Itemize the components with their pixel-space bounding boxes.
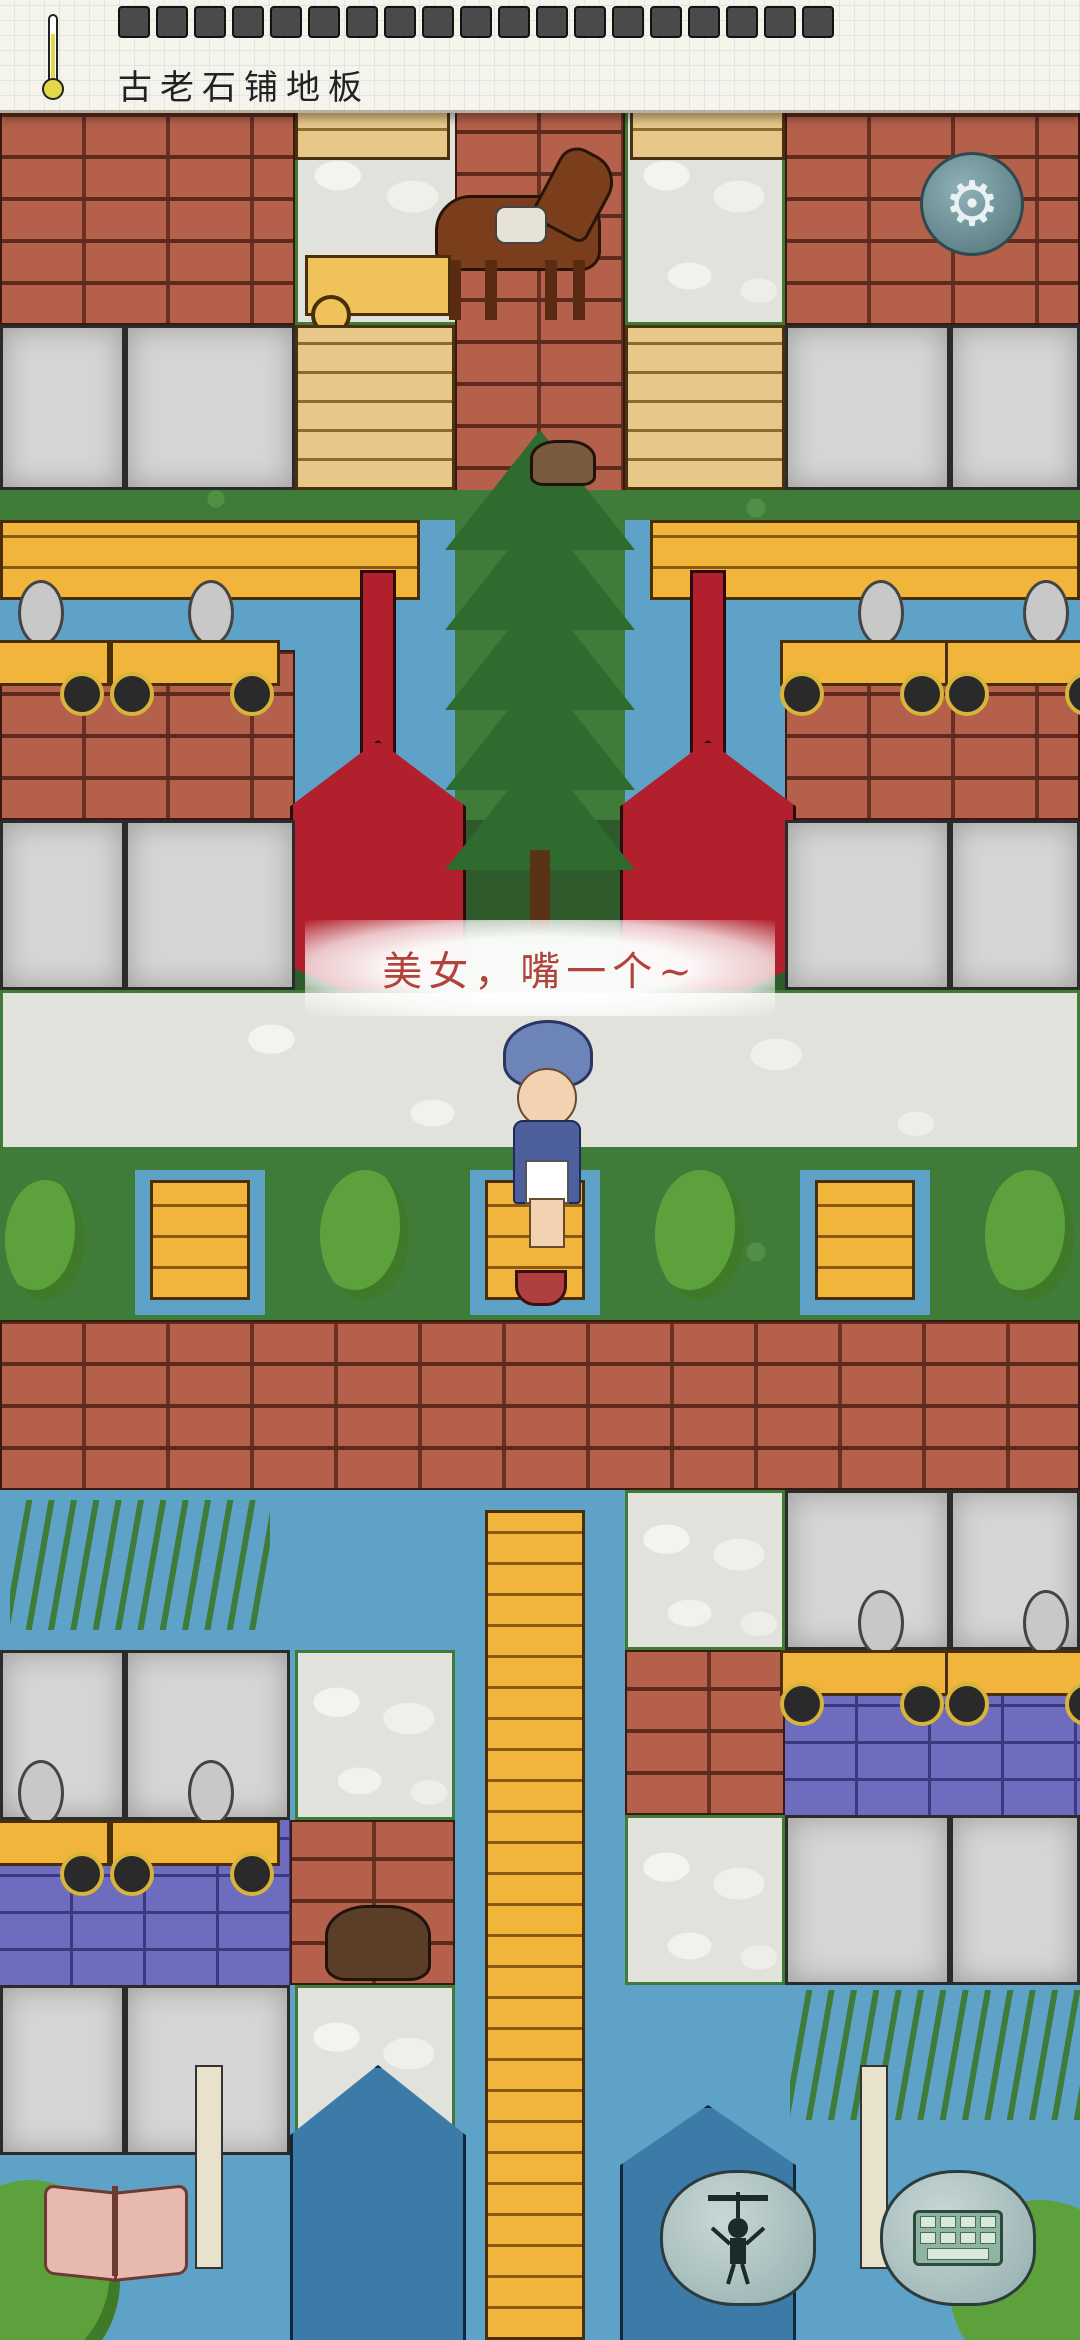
bean-plant[interactable] [320, 1170, 410, 1300]
stone-slab-tile [125, 325, 295, 490]
wagon[interactable] [305, 255, 451, 335]
bridge-plank [815, 1180, 915, 1300]
horse[interactable] [425, 140, 635, 330]
brick-road [0, 1320, 1080, 1490]
inventory-slot[interactable] [194, 6, 226, 38]
book-icon-spine [112, 2186, 118, 2276]
rock-pile[interactable] [530, 440, 596, 486]
inventory-slot[interactable] [802, 6, 834, 38]
stone-slab-tile [785, 1815, 950, 1985]
stone-slab-tile [785, 325, 950, 490]
face [517, 1068, 577, 1128]
inventory-slot[interactable] [308, 6, 340, 38]
bean-plant[interactable] [5, 1180, 85, 1300]
game-world[interactable]: 美女，嘴一个~ [0, 0, 1080, 2340]
stone-slab-tile [950, 325, 1080, 490]
wooden-post [195, 2065, 223, 2269]
inventory-slot[interactable] [688, 6, 720, 38]
stone-slab-tile [950, 1815, 1080, 1985]
saw-cart[interactable] [945, 580, 1080, 720]
saw-cart[interactable] [0, 580, 110, 720]
puppet-icon [708, 2192, 768, 2285]
floor-label: 古老石铺地板 [118, 68, 370, 108]
keyboard-icon [913, 2210, 1003, 2266]
pine-tree[interactable] [430, 430, 650, 930]
thermometer-icon[interactable] [42, 14, 64, 104]
saw-cart[interactable] [110, 580, 280, 720]
inventory-slot[interactable] [270, 6, 302, 38]
inventory-slot[interactable] [118, 6, 150, 38]
inventory-slot[interactable] [574, 6, 606, 38]
inventory-slot[interactable] [346, 6, 378, 38]
bean-plant[interactable] [985, 1170, 1075, 1300]
stone-floor-tile [625, 1815, 785, 1985]
inventory-slot[interactable] [650, 6, 682, 38]
berry-basket[interactable] [515, 1270, 567, 1306]
stone-floor-tile [625, 1490, 785, 1650]
book-icon-page [114, 2184, 188, 2282]
inventory-slot[interactable] [422, 6, 454, 38]
stone-slab-tile [785, 820, 950, 990]
player-character[interactable] [495, 1020, 595, 1250]
inventory-slot[interactable] [536, 6, 568, 38]
rock-pile[interactable] [325, 1905, 431, 1981]
bean-plant[interactable] [655, 1170, 745, 1300]
keyboard-button[interactable] [880, 2170, 1036, 2306]
inventory-slot[interactable] [612, 6, 644, 38]
saw-cart[interactable] [780, 580, 950, 720]
gear-icon: ⚙ [944, 167, 1000, 240]
red-banner-right [690, 570, 726, 756]
red-banner-left [360, 570, 396, 756]
inventory-slot[interactable] [460, 6, 492, 38]
inventory-strip[interactable] [118, 6, 834, 38]
stone-slab-tile [0, 325, 125, 490]
speech-text: 美女，嘴一个~ [382, 949, 698, 995]
legs [529, 1198, 565, 1248]
wooden-bridge[interactable] [485, 1510, 585, 2340]
inventory-slot[interactable] [764, 6, 796, 38]
speech-bubble: 美女，嘴一个~ [305, 920, 775, 1016]
stone-slab-tile [0, 820, 125, 990]
saw-cart[interactable] [0, 1760, 110, 1900]
book-button[interactable] [40, 2180, 190, 2282]
inventory-slot[interactable] [498, 6, 530, 38]
inventory-slot[interactable] [726, 6, 758, 38]
stone-slab-tile [125, 820, 295, 990]
crate-tile [630, 110, 785, 160]
settings-button[interactable]: ⚙ [920, 152, 1024, 256]
bridge-plank [150, 1180, 250, 1300]
inventory-slot[interactable] [384, 6, 416, 38]
book-icon [44, 2184, 118, 2282]
saw-cart[interactable] [945, 1590, 1080, 1730]
brick-floor-tile [625, 1650, 785, 1815]
reed-plants[interactable] [10, 1500, 270, 1630]
inventory-slot[interactable] [156, 6, 188, 38]
stone-slab-tile [950, 820, 1080, 990]
reed-plants[interactable] [790, 1990, 1080, 2120]
stone-floor-tile [295, 1650, 455, 1820]
inventory-slot[interactable] [232, 6, 264, 38]
brick-floor-tile [0, 110, 295, 325]
saw-cart[interactable] [780, 1590, 950, 1730]
saw-cart[interactable] [110, 1760, 280, 1900]
top-hud: 古老石铺地板 [0, 0, 1080, 113]
stone-slab-tile [0, 1985, 125, 2155]
emote-button[interactable] [660, 2170, 816, 2306]
